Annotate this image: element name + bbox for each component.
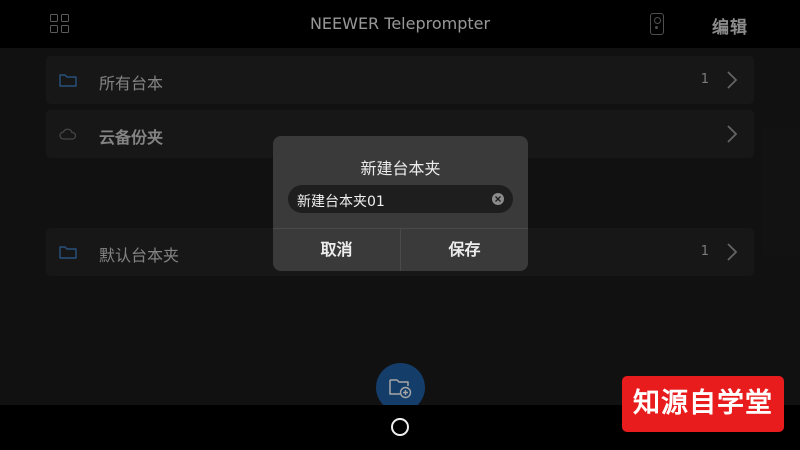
cancel-button[interactable]: 取消: [273, 229, 400, 271]
watermark-badge: 知源自学堂: [622, 376, 784, 432]
home-button[interactable]: [391, 418, 409, 436]
app-screen: NEEWER Teleprompter 编辑 所有台本 1 云备份夹 默认台本夹…: [0, 0, 800, 450]
folder-name-input[interactable]: 新建台本夹01: [288, 185, 513, 213]
folder-name-value: 新建台本夹01: [297, 194, 385, 210]
save-button[interactable]: 保存: [401, 229, 528, 271]
new-folder-dialog: 新建台本夹 新建台本夹01 取消 保存: [273, 136, 528, 271]
clear-input-icon[interactable]: [492, 193, 504, 205]
dialog-title: 新建台本夹: [360, 159, 441, 178]
